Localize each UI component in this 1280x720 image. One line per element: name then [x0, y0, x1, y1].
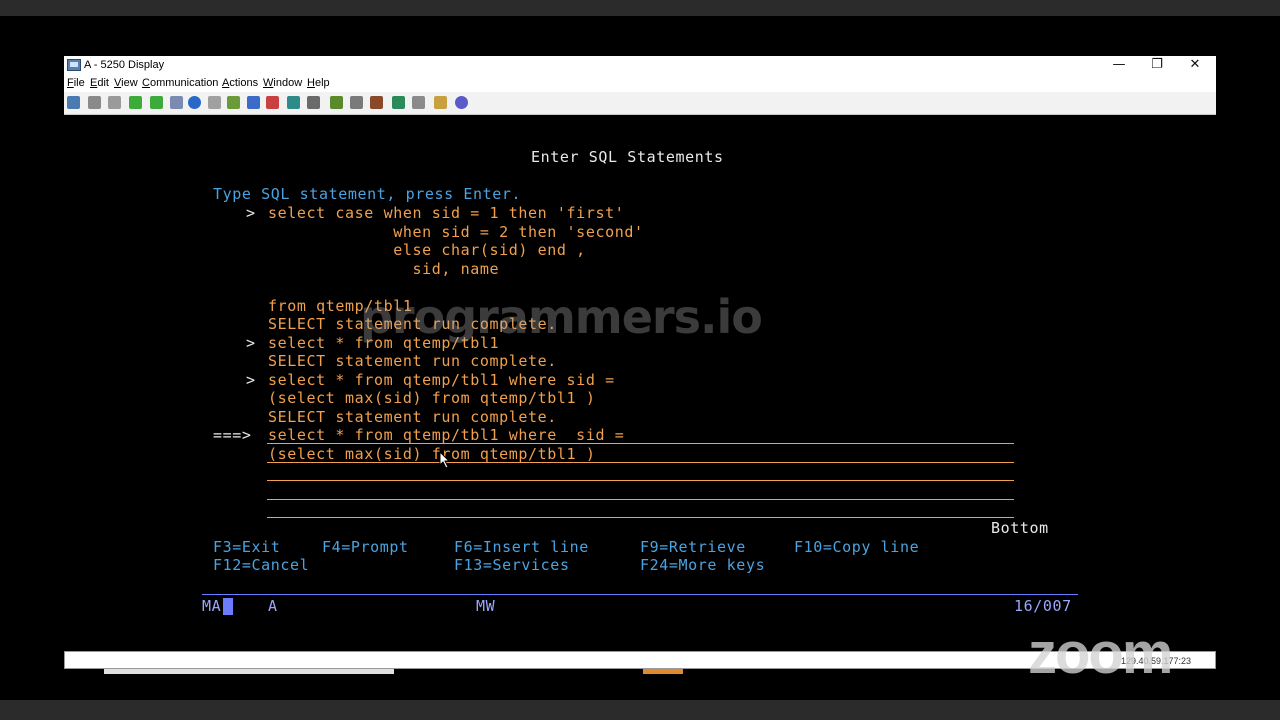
restore-button[interactable]: ❐ — [1138, 56, 1176, 75]
progress-marker — [643, 669, 683, 674]
input-field-underline — [267, 498, 1014, 500]
menu-actions[interactable]: Actions — [222, 77, 258, 89]
status-separator — [202, 594, 1078, 595]
menu-window[interactable]: Window — [263, 77, 302, 89]
menu-file-label: ile — [73, 77, 85, 89]
input-field-underline — [267, 480, 1014, 481]
sql-input-line[interactable]: (select max(sid) from qtemp/tbl1 ) — [268, 445, 595, 463]
bottom-indicator: Bottom — [991, 519, 1049, 537]
record-icon[interactable] — [287, 96, 300, 109]
history-line: when sid = 2 then 'second' — [268, 222, 644, 241]
menu-actions-label: ctions — [229, 77, 259, 89]
zoom-logo: zoom — [1028, 621, 1173, 686]
grid-icon[interactable] — [307, 96, 320, 109]
status-mode: MW — [476, 597, 496, 615]
toolbar-icon[interactable] — [350, 96, 363, 109]
bottom-black-bar — [0, 700, 1280, 720]
fkey-more-keys[interactable]: F24=More keys — [640, 556, 765, 574]
fkey-insert-line[interactable]: F6=Insert line — [454, 538, 589, 556]
menu-edit[interactable]: Edit — [90, 77, 109, 89]
notes-icon[interactable] — [434, 96, 447, 109]
menu-edit-label: dit — [97, 77, 109, 89]
window-title: A - 5250 Display — [84, 59, 165, 71]
prompt-arrow: ===> — [213, 426, 252, 444]
terminal-app-icon — [67, 59, 81, 71]
menu-help-label: elp — [314, 77, 330, 89]
menu-view[interactable]: View — [114, 77, 138, 89]
fkey-exit[interactable]: F3=Exit — [213, 538, 280, 556]
history-prefix: > — [246, 204, 256, 222]
macro-icon[interactable] — [170, 96, 183, 109]
copy-icon[interactable] — [88, 96, 101, 109]
fkey-copy-line[interactable]: F10=Copy line — [794, 538, 919, 556]
mouse-pointer-icon — [439, 451, 451, 469]
menu-help-mnemonic: H — [307, 77, 315, 89]
color-map-icon[interactable] — [247, 96, 260, 109]
input-field-underline — [267, 517, 1014, 518]
top-black-bar — [0, 0, 1280, 16]
progress-segment — [104, 669, 394, 674]
menu-help[interactable]: Help — [307, 77, 330, 89]
menu-view-label: iew — [121, 77, 138, 89]
menu-window-label: indow — [273, 77, 303, 89]
settings-icon[interactable] — [370, 96, 383, 109]
menu-communication[interactable]: Communication — [142, 77, 218, 89]
history-prefix: > — [246, 370, 256, 389]
fkey-retrieve[interactable]: F9=Retrieve — [640, 538, 746, 556]
menu-file-mnemonic: F — [67, 77, 74, 89]
menu-communication-label: ommunication — [149, 77, 219, 89]
history-prefix: > — [246, 333, 256, 352]
history-line: SELECT statement run complete. — [268, 407, 557, 426]
history-line: select * from qtemp/tbl1 where sid = — [268, 370, 615, 389]
history-line: SELECT statement run complete. — [268, 352, 557, 370]
close-button[interactable]: ✕ — [1176, 56, 1214, 75]
receive-file-icon[interactable] — [150, 96, 163, 109]
watermark-text: programmers.io — [360, 290, 763, 344]
status-cursor — [223, 598, 233, 615]
minimize-button[interactable]: — — [1100, 56, 1138, 75]
fkey-services[interactable]: F13=Services — [454, 556, 570, 574]
menu-communication-mnemonic: C — [142, 77, 150, 89]
tools-icon[interactable] — [412, 96, 425, 109]
history-line: sid, name — [268, 259, 500, 278]
fkey-cancel[interactable]: F12=Cancel — [213, 556, 309, 574]
sql-input-line[interactable]: select * from qtemp/tbl1 where sid = — [268, 426, 624, 444]
print-icon[interactable] — [67, 96, 80, 109]
history-line: select case when sid = 1 then 'first' — [268, 204, 625, 222]
keyboard-map-icon[interactable] — [227, 96, 240, 109]
customize-icon[interactable] — [330, 96, 343, 109]
paste-icon[interactable] — [108, 96, 121, 109]
transfer-icon[interactable] — [392, 96, 405, 109]
status-session-suffix: A — [268, 597, 278, 615]
fkey-prompt[interactable]: F4=Prompt — [322, 538, 409, 556]
menu-file[interactable]: File — [67, 77, 85, 89]
keypad-icon[interactable] — [208, 96, 221, 109]
history-line: (select max(sid) from qtemp/tbl1 ) — [268, 389, 596, 407]
status-cursor-position: 16/007 — [1014, 597, 1072, 615]
send-file-icon[interactable] — [129, 96, 142, 109]
help-icon[interactable] — [455, 96, 468, 109]
menu-window-mnemonic: W — [263, 77, 274, 89]
toolbar — [64, 92, 1216, 115]
history-line: else char(sid) end , — [268, 241, 586, 259]
instruction-text: Type SQL statement, press Enter. — [213, 185, 522, 203]
screen-title: Enter SQL Statements — [531, 148, 724, 166]
menu-bar: File Edit View Communication Actions Win… — [64, 75, 1216, 92]
popup-keypad-icon[interactable] — [266, 96, 279, 109]
compass-icon[interactable] — [188, 96, 201, 109]
title-bar[interactable]: A - 5250 Display — ❐ ✕ — [64, 56, 1216, 75]
input-field-underline — [267, 461, 1014, 463]
status-session: MA — [202, 597, 222, 615]
